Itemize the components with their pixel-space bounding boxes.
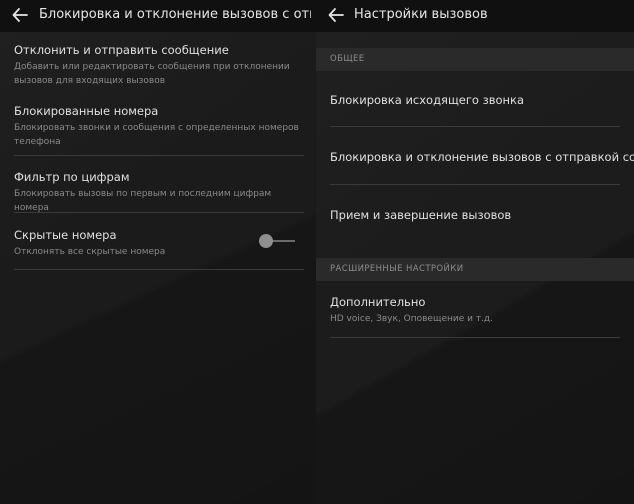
list-item-digit-filter[interactable]: Фильтр по цифрам Блокировать вызовы по п… (14, 170, 304, 215)
list-item-subtitle: HD voice, Звук, Оповещение и т.д. (330, 314, 494, 324)
left-top-bar: Блокировка и отклонение вызовов с отправ… (0, 0, 316, 32)
list-item-subtitle: Блокировать звонки и сообщения с определ… (14, 123, 299, 147)
list-item-outgoing-call-block[interactable]: Блокировка исходящего звонка (330, 93, 630, 107)
list-item-title: Блокировка исходящего звонка (330, 93, 525, 107)
right-top-bar: Настройки вызовов (316, 0, 634, 32)
section-header-general: ОБЩЕЕ (316, 48, 634, 71)
arrow-left-icon[interactable] (327, 6, 345, 24)
list-item-title: Блокировка и отклонение вызовов с отправ… (330, 150, 634, 164)
list-item-subtitle: Добавить или редактировать сообщения при… (14, 62, 290, 86)
list-item-title: Прием и завершение вызовов (330, 208, 512, 222)
list-item-reject-send-message[interactable]: Отклонить и отправить сообщение Добавить… (14, 43, 304, 88)
arrow-left-icon[interactable] (11, 6, 29, 24)
page-title: Настройки вызовов (354, 7, 488, 22)
divider (330, 337, 620, 338)
list-item-block-reject-with-message[interactable]: Блокировка и отклонение вызовов с отправ… (330, 150, 634, 164)
divider (330, 184, 620, 185)
list-item-title: Отклонить и отправить сообщение (14, 43, 229, 57)
right-screen: Настройки вызовов ОБЩЕЕ Блокировка исход… (316, 0, 634, 504)
list-item-answer-end-calls[interactable]: Прием и завершение вызовов (330, 208, 630, 222)
list-item-blocked-numbers[interactable]: Блокированные номера Блокировать звонки … (14, 104, 304, 149)
hidden-numbers-toggle[interactable] (259, 234, 297, 248)
divider (14, 269, 304, 270)
list-item-title: Дополнительно (330, 295, 426, 309)
list-item-title: Блокированные номера (14, 104, 159, 118)
section-header-label: ОБЩЕЕ (330, 54, 365, 64)
section-header-advanced: РАСШИРЕННЫЕ НАСТРОЙКИ (316, 258, 634, 281)
section-header-label: РАСШИРЕННЫЕ НАСТРОЙКИ (330, 264, 464, 274)
divider (14, 155, 304, 156)
left-screen: Блокировка и отклонение вызовов с отправ… (0, 0, 316, 504)
list-item-hidden-numbers[interactable]: Скрытые номера Отклонять все скрытые ном… (14, 228, 244, 259)
toggle-thumb (259, 234, 273, 248)
list-item-title: Скрытые номера (14, 228, 117, 242)
page-title: Блокировка и отклонение вызовов с отправ… (39, 7, 311, 22)
divider (330, 126, 620, 127)
list-item-additional[interactable]: Дополнительно HD voice, Звук, Оповещение… (330, 295, 630, 326)
list-item-subtitle: Блокировать вызовы по первым и последним… (14, 189, 272, 213)
list-item-title: Фильтр по цифрам (14, 170, 130, 184)
list-item-subtitle: Отклонять все скрытые номера (14, 247, 166, 257)
divider (14, 212, 304, 213)
screen-root: Блокировка и отклонение вызовов с отправ… (0, 0, 634, 504)
